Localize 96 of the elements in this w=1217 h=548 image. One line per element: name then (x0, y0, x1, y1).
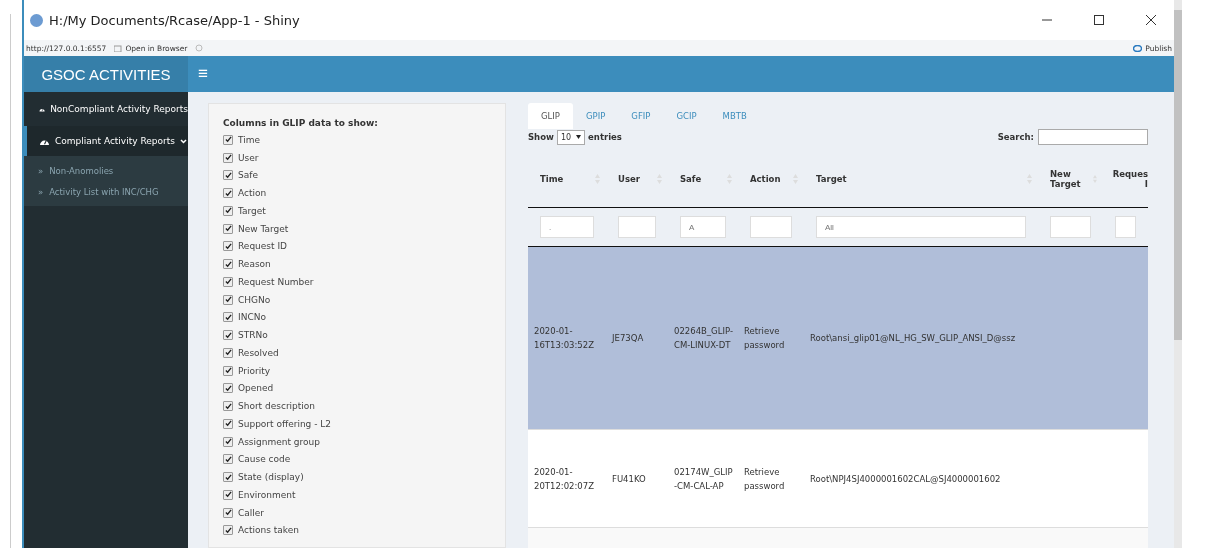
checkbox-label: Request ID (238, 241, 287, 252)
window-title: H:/My Documents/Rcase/App-1 - Shiny (49, 12, 301, 28)
checkbox[interactable] (223, 259, 233, 270)
checkbox-label: CHGNo (238, 294, 271, 305)
checkbox[interactable] (223, 152, 233, 163)
table-cell: 2020-01-16T13:03:52Z (528, 247, 606, 430)
column-header[interactable]: Safe (668, 151, 738, 208)
checkbox[interactable] (223, 489, 233, 500)
table-cell: 02264B_GLIP-CM-LINUX-DT (668, 247, 738, 430)
checkbox-label: Time (238, 134, 261, 145)
filter-field[interactable] (750, 216, 792, 238)
checkbox-label: Reason (238, 259, 271, 270)
submenu-item[interactable]: » Non-Anomolies (24, 160, 188, 181)
checkbox[interactable] (223, 472, 233, 483)
table-cell: JE73QA (606, 247, 668, 430)
checkbox-label: Support offering - L2 (238, 418, 331, 429)
checkbox-label: Actions taken (238, 525, 299, 536)
checkbox-label: Opened (238, 383, 274, 394)
checkbox[interactable] (223, 312, 233, 323)
filter-field[interactable]: A (680, 216, 726, 238)
checkbox[interactable] (223, 241, 233, 252)
filter-field[interactable] (1050, 216, 1091, 238)
scrollbar-thumb[interactable] (1174, 10, 1182, 340)
app-icon (30, 13, 43, 27)
chevron-down-icon (179, 138, 187, 144)
checkbox-label: User (238, 152, 259, 163)
table-cell: Retrieve password (738, 430, 804, 528)
submenu-label: Activity List with INC/CHG (49, 186, 159, 197)
filter-field[interactable] (618, 216, 656, 238)
table-cell: Root\NPJ4SJ4000001602CAL@SJ4000001602 (804, 430, 1038, 528)
checkbox[interactable] (223, 525, 233, 536)
filter-field[interactable]: . (540, 216, 594, 238)
checkbox[interactable] (223, 365, 233, 376)
sidebar-item[interactable]: NonCompliant Activity Reports (24, 94, 188, 124)
checkbox-label: Caller (238, 507, 265, 518)
submenu-label: Non-Anomolies (49, 165, 114, 176)
checkbox-label: State (display) (238, 472, 304, 483)
checkbox[interactable] (223, 401, 233, 412)
panel-title: Columns in GLIP data to show: (223, 118, 379, 128)
table-cell: FU41KO (606, 430, 668, 528)
app-logo-title: GSOC ACTIVITIES (24, 56, 188, 92)
column-header[interactable]: Reques I (1103, 151, 1148, 208)
maximize-icon (1094, 15, 1104, 25)
checkbox-label: Cause code (238, 454, 291, 465)
menu-button[interactable]: ≡ (188, 56, 218, 92)
show-label: Show (528, 132, 554, 142)
column-header[interactable]: Target (804, 151, 1038, 208)
column-header[interactable]: Action (738, 151, 804, 208)
checkbox-label: Priority (238, 365, 271, 376)
checkbox-label: New Target (238, 223, 289, 234)
checkbox[interactable] (223, 418, 233, 429)
tab[interactable]: GLIP (528, 103, 573, 129)
checkbox[interactable] (223, 205, 233, 216)
checkbox[interactable] (223, 507, 233, 518)
publish-icon (1133, 44, 1143, 52)
submenu-item[interactable]: » Activity List with INC/CHG (24, 181, 188, 202)
checkbox[interactable] (223, 454, 233, 465)
table-cell: Root\ansi_glip01@NL_HG_SW_GLIP_ANSI_D@ssz (804, 247, 1038, 430)
window-icon (114, 44, 123, 52)
checkbox[interactable] (223, 294, 233, 305)
sidebar-item[interactable]: Compliant Activity Reports (24, 126, 188, 156)
filter-field[interactable]: All (816, 216, 1026, 238)
checkbox-label: STRNo (238, 330, 268, 341)
checkbox-label: Resolved (238, 347, 279, 358)
checkbox[interactable] (223, 276, 233, 287)
table-cell: 2020-01-20T12:02:07Z (528, 430, 606, 528)
column-header[interactable]: Time (528, 151, 606, 208)
filter-field[interactable] (1115, 216, 1136, 238)
table-cell: 02174W_GLIP-CM-CAL-AP (668, 430, 738, 528)
checkbox[interactable] (223, 170, 233, 181)
search-field[interactable] (1038, 129, 1148, 145)
checkbox[interactable] (223, 134, 233, 145)
checkbox[interactable] (223, 188, 233, 199)
checkbox[interactable] (223, 436, 233, 447)
column-header[interactable]: User (606, 151, 668, 208)
table-cell: Retrieve password (738, 247, 804, 430)
checkbox[interactable] (223, 223, 233, 234)
checkbox[interactable] (223, 383, 233, 394)
checkbox-label: Assignment group (238, 436, 320, 447)
double-chevron-icon: » (38, 186, 44, 197)
page-size-select[interactable]: 10 (556, 129, 586, 145)
checkbox-label: Target (238, 205, 266, 216)
checkbox-label: INCNo (238, 312, 266, 323)
checkbox-label: Short description (238, 401, 316, 412)
column-header[interactable]: New Target (1038, 151, 1103, 208)
checkbox-label: Action (238, 188, 267, 199)
close-icon (1146, 15, 1156, 25)
checkbox[interactable] (223, 347, 233, 358)
checkbox-label: Environment (238, 489, 296, 500)
checkbox[interactable] (223, 330, 233, 341)
entries-label: entries (588, 132, 622, 142)
double-chevron-icon: » (38, 165, 44, 176)
checkbox-label: Safe (238, 170, 258, 181)
caret-icon (576, 135, 582, 139)
search-label: Search: (997, 132, 1034, 142)
checkbox-label: Request Number (238, 276, 314, 287)
